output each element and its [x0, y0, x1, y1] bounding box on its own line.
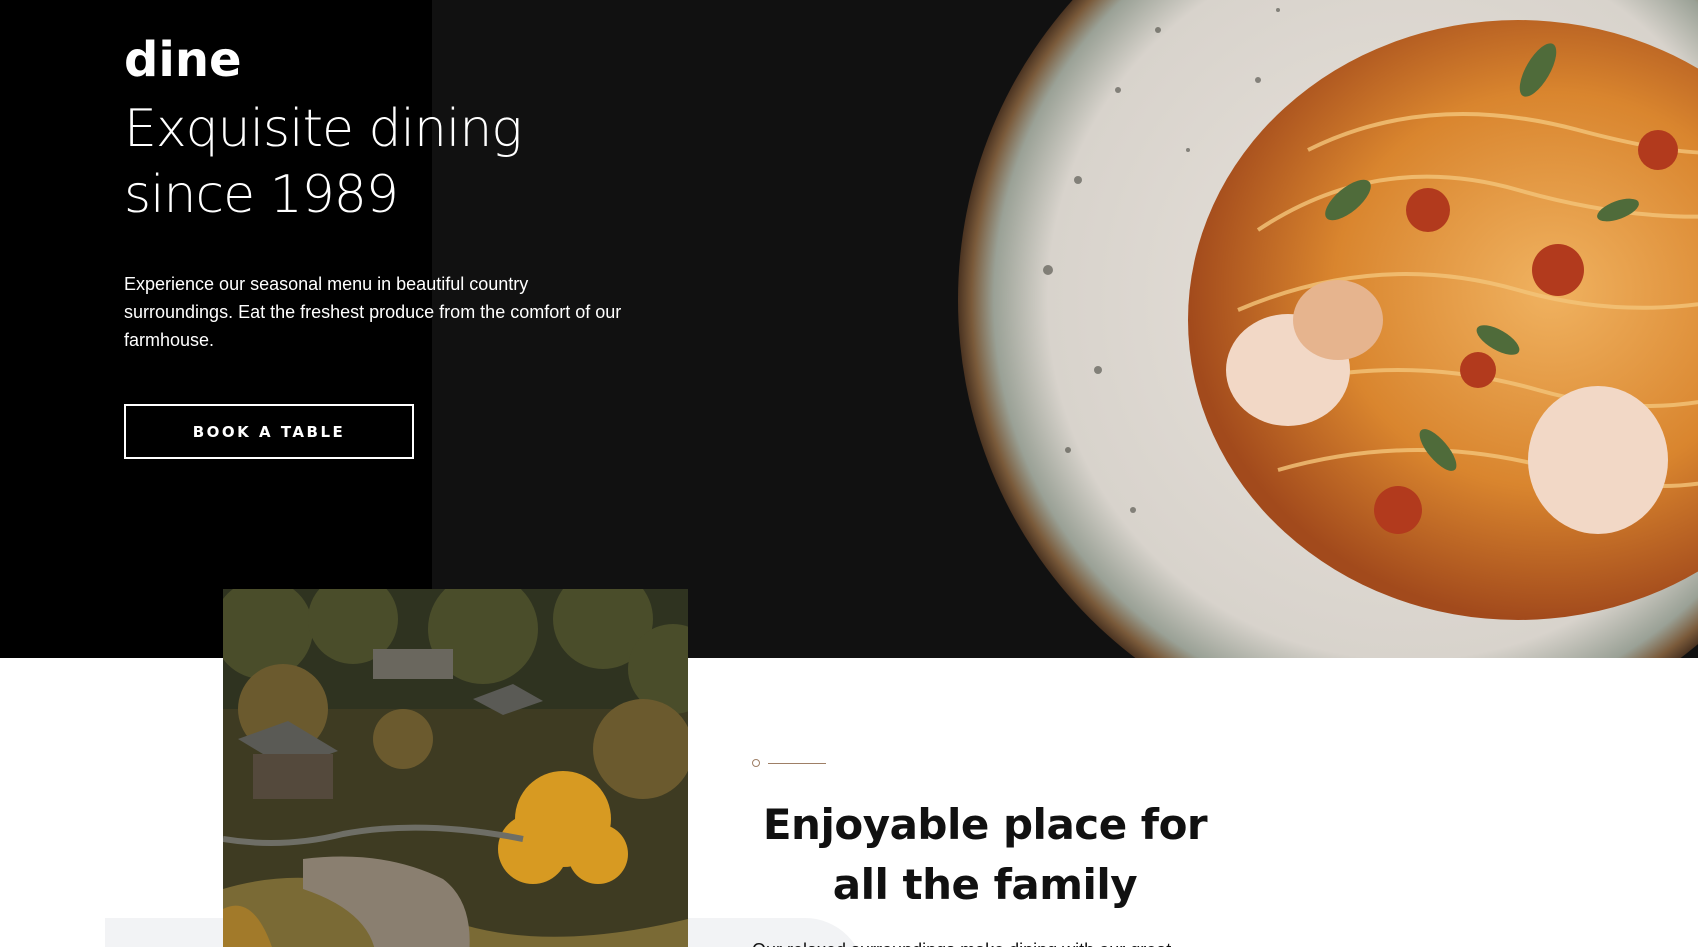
book-table-button[interactable]: BOOK A TABLE — [124, 404, 414, 459]
hero-headline-line1: Exquisite dining — [124, 99, 523, 159]
family-section-title: Enjoyable place for all the family — [735, 795, 1235, 915]
hero-dish-image — [958, 0, 1698, 658]
farmhouse-image — [223, 589, 688, 947]
section-divider-pattern — [752, 757, 827, 769]
hero-intro: Experience our seasonal menu in beautifu… — [124, 274, 622, 350]
hero-section: dine Exquisite dining since 1989 Experie… — [0, 0, 1698, 658]
hero-headline-line2: since 1989 — [124, 165, 399, 225]
family-title-line1: Enjoyable place for — [762, 800, 1208, 849]
brand-logo[interactable]: dine — [124, 32, 242, 88]
pattern-dot — [752, 759, 760, 767]
family-section-body: Our relaxed surroundings make dining wit… — [752, 936, 1252, 947]
hero-headline: Exquisite dining since 1989 — [124, 96, 684, 228]
pattern-line — [768, 762, 826, 764]
family-title-line2: all the family — [832, 860, 1138, 909]
